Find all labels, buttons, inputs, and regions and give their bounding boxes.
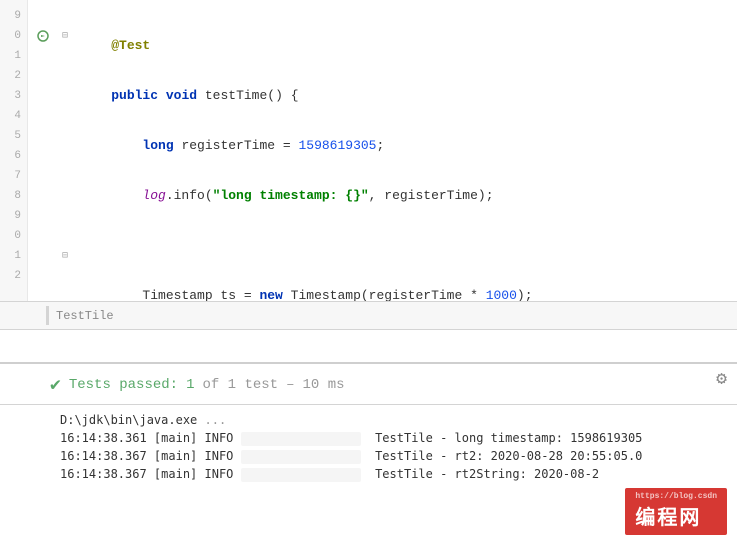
- tests-summary: ✔ Tests passed: 1 of 1 test – 10 ms: [0, 362, 737, 404]
- run-gutter-icon[interactable]: [28, 26, 58, 46]
- fold-marker-icon[interactable]: ⊟: [58, 246, 72, 266]
- fold-column: ⊟ ⊟: [58, 0, 72, 301]
- gutter-icons: [28, 0, 58, 301]
- code-area[interactable]: @Test public void testTime() { long regi…: [72, 0, 737, 301]
- redacted-text: [241, 468, 361, 482]
- redacted-text: [241, 432, 361, 446]
- watermark-logo: https://blog.csdn 编程网: [625, 488, 727, 535]
- tests-passed-label: Tests passed:: [69, 377, 178, 393]
- redacted-text: [241, 450, 361, 464]
- test-runner-panel: ⚙ ✔ Tests passed: 1 of 1 test – 10 ms D:…: [0, 362, 737, 483]
- code-editor: 9 0 1 2 3 4 5 6 7 8 9 0 1 2 ⊟ ⊟ @Test pu…: [0, 0, 737, 302]
- breadcrumb[interactable]: TestTile: [0, 302, 737, 330]
- line-numbers: 9 0 1 2 3 4 5 6 7 8 9 0 1 2: [0, 0, 28, 301]
- gear-icon[interactable]: ⚙: [716, 368, 727, 390]
- annotation: @Test: [111, 38, 150, 53]
- fold-marker-icon[interactable]: ⊟: [58, 26, 72, 46]
- check-icon: ✔: [50, 374, 61, 396]
- console-output[interactable]: D:\jdk\bin\java.exe ... 16:14:38.361 [ma…: [0, 404, 737, 483]
